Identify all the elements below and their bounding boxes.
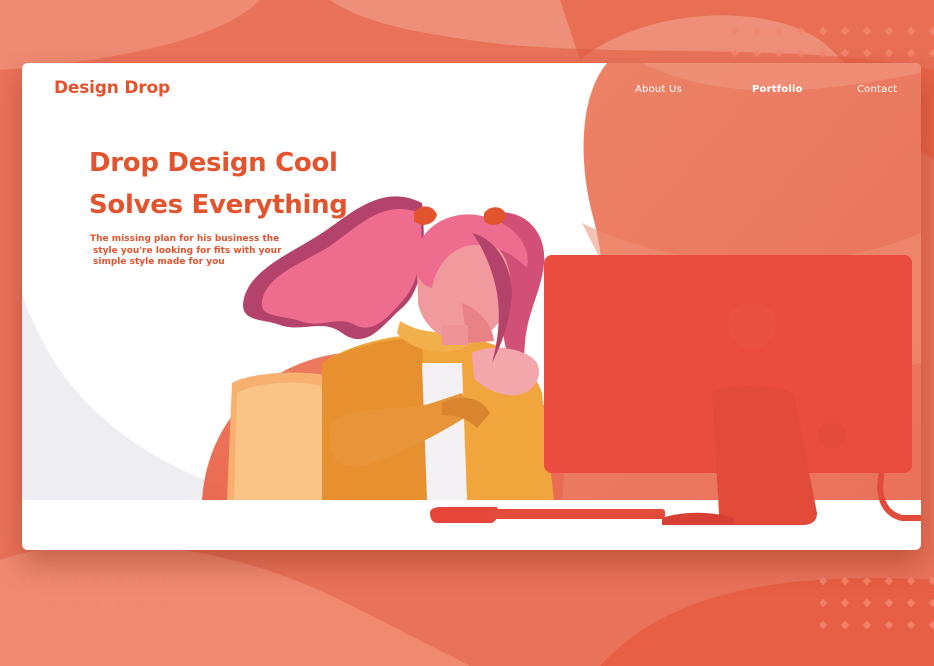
landing-card: Design Drop About Us Portfolio Contact D… bbox=[22, 63, 921, 550]
hero-illustration bbox=[22, 63, 921, 550]
nav-link-contact[interactable]: Contact bbox=[857, 84, 897, 95]
hero-subtext: The missing plan for his business the st… bbox=[90, 234, 300, 269]
hero-headline-line-1: Drop Design Cool bbox=[89, 148, 338, 178]
hero-subtext-line: simple style made for you bbox=[93, 257, 225, 267]
nav-link-about-us[interactable]: About Us bbox=[635, 84, 682, 95]
brand-logo[interactable]: Design Drop bbox=[54, 78, 170, 98]
nav-link-portfolio[interactable]: Portfolio bbox=[752, 84, 803, 95]
hero-subtext-line: style you're looking for fits with your bbox=[93, 245, 282, 256]
hero-headline-line-2: Solves Everything bbox=[89, 190, 348, 220]
hero-subtext-line: The missing plan for his business the bbox=[90, 234, 280, 244]
